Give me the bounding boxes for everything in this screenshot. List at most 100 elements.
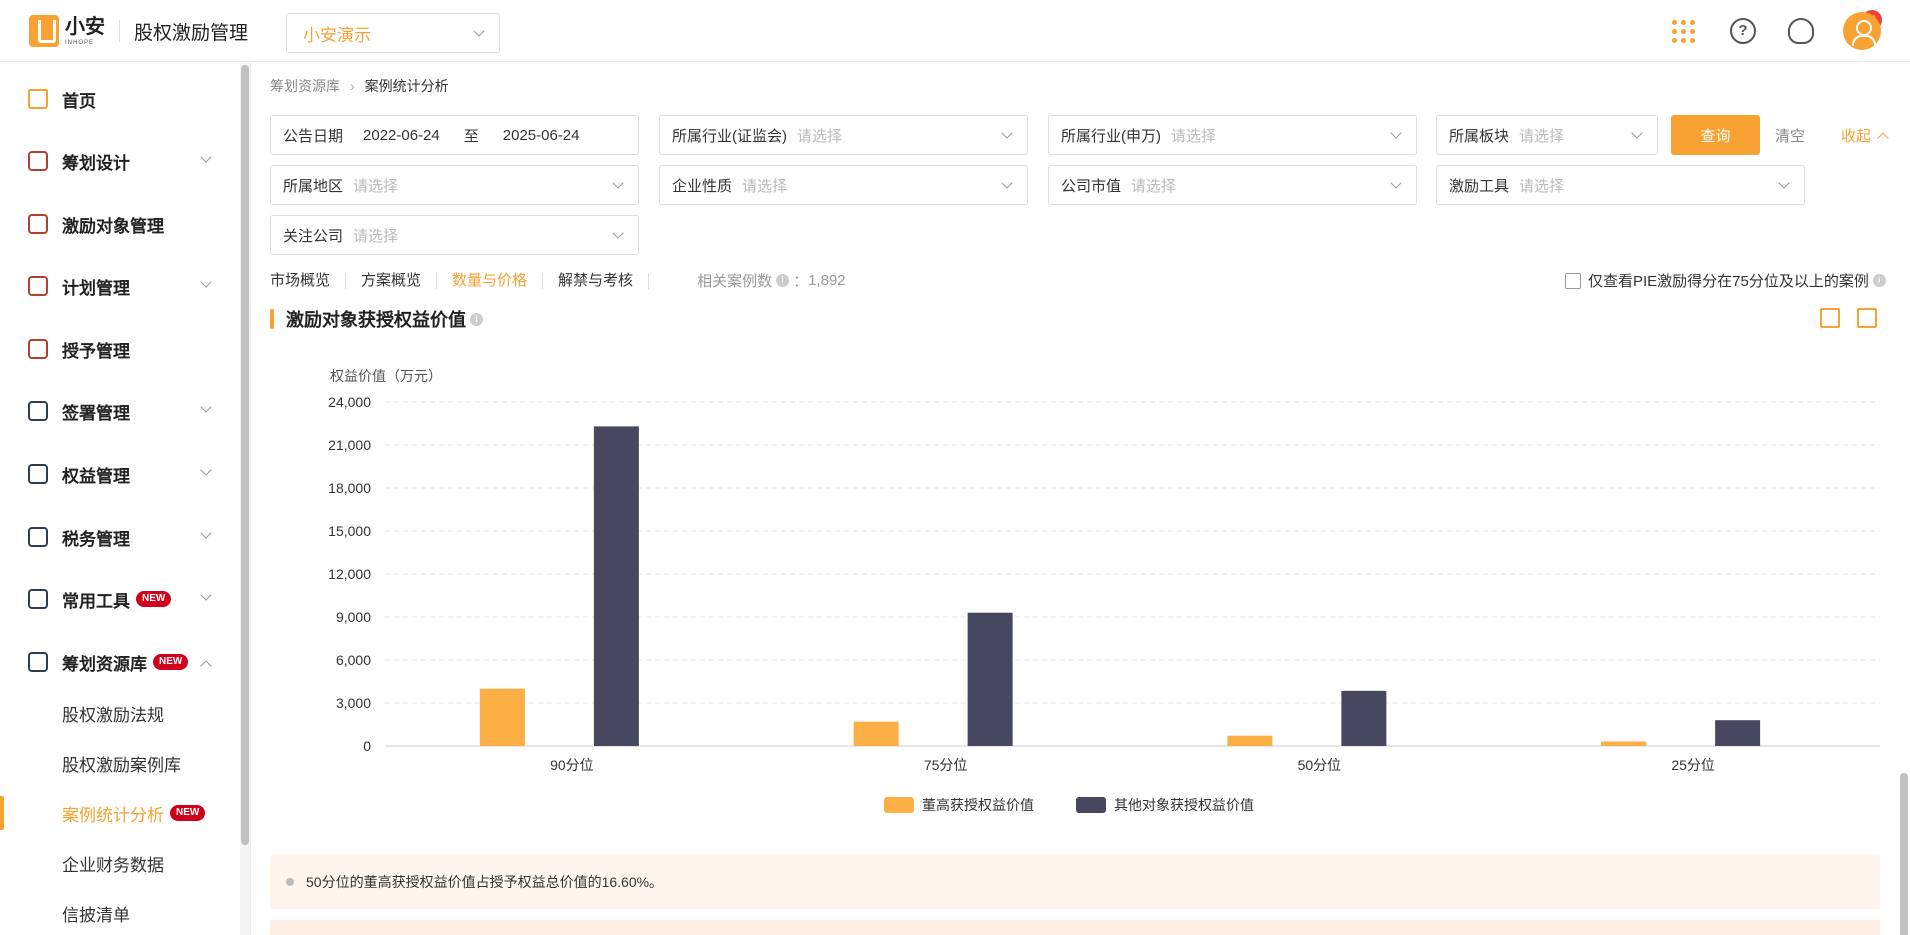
sidebar-subitem-case-library[interactable]: 股权激励案例库 — [0, 738, 240, 788]
main-scroll-thumb[interactable] — [1900, 773, 1908, 935]
query-button[interactable]: 查询 — [1671, 115, 1760, 155]
sidebar-subitem-regulations[interactable]: 股权激励法规 — [0, 688, 240, 738]
pie-filter-label: 仅查看PIE激励得分在75分位及以上的案例 — [1588, 273, 1869, 290]
chevron-down-icon — [1390, 127, 1402, 139]
sidebar-item-participants[interactable]: 激励对象管理 — [0, 198, 240, 250]
region-select[interactable]: 所属地区 请选择 — [270, 165, 639, 205]
filter-label: 企业性质 — [672, 177, 733, 195]
sidebar-subitem-label: 信披清单 — [62, 905, 130, 925]
sidebar-subitem-financial-data[interactable]: 企业财务数据 — [0, 838, 240, 888]
export-table-icon[interactable] — [1820, 308, 1840, 328]
x-tick-label: 50分位 — [1298, 757, 1342, 773]
y-axis-label: 权益价值（万元） — [330, 368, 442, 384]
select-placeholder: 请选择 — [353, 227, 399, 245]
filter-label: 公告日期 — [283, 127, 344, 145]
company-select[interactable]: 小安演示 — [286, 13, 500, 53]
legend-swatch — [884, 797, 914, 813]
incentive-tool-select[interactable]: 激励工具 请选择 — [1436, 165, 1805, 205]
industry-csrc-select[interactable]: 所属行业(证监会) 请选择 — [659, 115, 1028, 155]
apps-grid-icon[interactable] — [1670, 18, 1696, 44]
select-placeholder: 请选择 — [1131, 177, 1177, 195]
sidebar-item-planning[interactable]: 筹划设计 — [0, 135, 240, 187]
info-icon[interactable]: i — [1872, 274, 1886, 287]
bar-chart: 权益价值（万元） 0 3,000 6,000 9,000 12,000 15,000 18,0… — [328, 368, 1880, 813]
market-cap-select[interactable]: 公司市值 请选择 — [1048, 165, 1417, 205]
tab-unlock-assessment[interactable]: 解禁与考核 — [543, 272, 650, 289]
clear-button[interactable]: 清空 — [1775, 125, 1805, 146]
tab-market-overview[interactable]: 市场概览 — [270, 272, 347, 289]
pie-filter-checkbox[interactable]: 仅查看PIE激励得分在75分位及以上的案例 i — [1565, 270, 1890, 291]
sidebar-subitem-label: 股权激励案例库 — [62, 755, 181, 775]
analysis-note: 50分位的董高获授权益价值占授予权益总价值的16.60%。 — [270, 855, 1880, 909]
date-from-input[interactable]: 2022-06-24 — [363, 127, 440, 144]
logo-name: 小安 — [65, 15, 105, 38]
export-image-icon[interactable] — [1857, 308, 1877, 328]
avatar[interactable] — [1843, 12, 1881, 50]
analysis-note-2 — [270, 920, 1880, 935]
x-tick-label: 25分位 — [1671, 757, 1715, 773]
sidebar-subitem-case-statistics[interactable]: 案例统计分析 NEW — [0, 788, 240, 838]
users-icon — [28, 214, 48, 234]
signature-icon — [28, 401, 48, 421]
checkbox[interactable] — [1565, 272, 1581, 289]
sidebar-subitem-disclosure-list[interactable]: 信披清单 — [0, 888, 240, 935]
filter-label: 所属地区 — [283, 177, 344, 195]
sidebar-subitem-label: 股权激励法规 — [62, 705, 164, 725]
bar-董高获授权益价值 — [1601, 741, 1647, 746]
bar-董高获授权益价值 — [853, 721, 899, 746]
customer-service-icon[interactable] — [1788, 18, 1814, 44]
sidebar-item-label: 计划管理 — [62, 278, 130, 298]
bullet-icon — [286, 878, 294, 886]
bar-董高获授权益价值 — [479, 688, 525, 746]
collapse-label: 收起 — [1841, 128, 1872, 145]
sidebar-item-label: 激励对象管理 — [62, 216, 164, 236]
info-icon[interactable]: i — [776, 274, 790, 287]
sidebar-item-equity[interactable]: 权益管理 — [0, 448, 240, 500]
breadcrumb-parent[interactable]: 筹划资源库 — [270, 76, 340, 96]
bar-董高获授权益价值 — [1227, 735, 1273, 746]
tab-plan-overview[interactable]: 方案概览 — [346, 272, 438, 289]
sidebar-item-home[interactable]: 首页 — [0, 73, 240, 125]
chevron-down-icon — [200, 589, 212, 601]
date-range-filter[interactable]: 公告日期 2022-06-24 至 2025-06-24 — [270, 115, 639, 155]
y-tick-label: 21,000 — [328, 437, 371, 453]
tab-quantity-price[interactable]: 数量与价格 — [437, 272, 544, 289]
case-count-value: 1,892 — [808, 272, 846, 289]
follow-company-select[interactable]: 关注公司 请选择 — [270, 215, 639, 255]
main-scrollbar[interactable] — [1898, 63, 1910, 935]
date-to-input[interactable]: 2025-06-24 — [503, 127, 580, 144]
case-count-label: 相关案例数 — [697, 273, 773, 290]
equity-icon — [28, 464, 48, 484]
chevron-right-icon: › — [350, 78, 355, 94]
info-icon[interactable]: i — [470, 312, 483, 326]
bar-其他对象获授权益价值 — [593, 426, 639, 746]
sidebar-subitem-label: 企业财务数据 — [62, 855, 164, 875]
industry-sw-select[interactable]: 所属行业(申万) 请选择 — [1048, 115, 1417, 155]
board-select[interactable]: 所属板块 请选择 — [1436, 115, 1658, 155]
home-icon — [28, 89, 48, 109]
sidebar-scrollbar[interactable] — [240, 63, 250, 935]
sidebar-item-plans[interactable]: 计划管理 — [0, 260, 240, 312]
logo[interactable]: 小安 INHOPE 股权激励管理 — [29, 15, 248, 47]
legend-label: 其他对象获授权益价值 — [1114, 797, 1254, 813]
chevron-down-icon — [1001, 177, 1013, 189]
collapse-button[interactable]: 收起 — [1841, 125, 1889, 146]
section-title: 激励对象获授权益价值 i — [270, 306, 487, 332]
sidebar-item-resources[interactable]: 筹划资源库 NEW — [0, 636, 240, 688]
company-nature-select[interactable]: 企业性质 请选择 — [659, 165, 1028, 205]
sidebar-item-tools[interactable]: 常用工具 NEW — [0, 573, 240, 625]
sidebar-item-signing[interactable]: 签署管理 — [0, 385, 240, 437]
tax-icon — [28, 527, 48, 547]
sidebar-item-label: 首页 — [62, 91, 96, 111]
filter-label: 公司市值 — [1061, 177, 1122, 195]
chevron-down-icon — [1631, 127, 1643, 139]
sidebar-item-label: 权益管理 — [62, 466, 130, 486]
sidebar-item-grants[interactable]: 授予管理 — [0, 323, 240, 375]
chevron-down-icon — [200, 401, 212, 413]
y-tick-label: 3,000 — [336, 695, 371, 711]
chevron-down-icon — [612, 227, 624, 239]
sidebar-item-tax[interactable]: 税务管理 — [0, 511, 240, 563]
sidebar-item-label: 筹划设计 — [62, 153, 130, 173]
sidebar-scroll-thumb[interactable] — [241, 65, 249, 845]
help-icon[interactable]: ? — [1730, 18, 1756, 44]
